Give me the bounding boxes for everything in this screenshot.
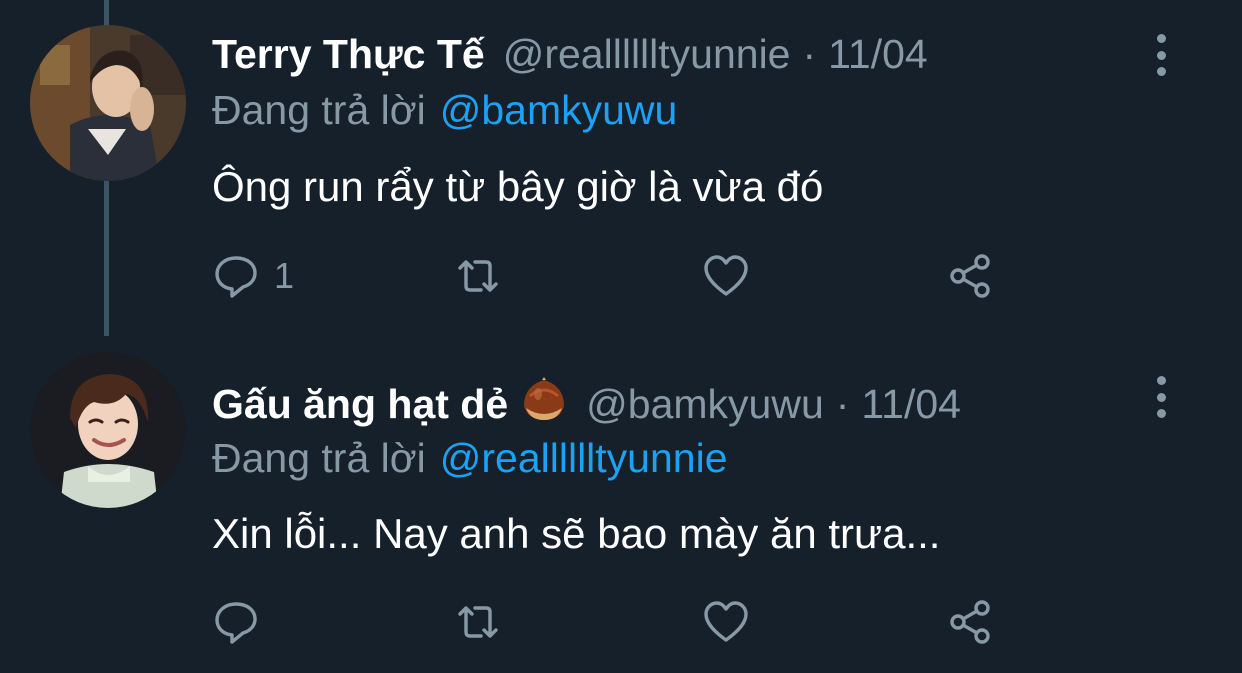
action-bar bbox=[212, 594, 1012, 650]
share-button[interactable] bbox=[946, 594, 994, 650]
tweet-date[interactable]: 11/04 bbox=[861, 378, 961, 430]
separator-dot: · bbox=[835, 381, 850, 427]
retweet-button[interactable] bbox=[454, 248, 502, 304]
action-bar: 1 bbox=[212, 248, 1012, 304]
tweet-text: Xin lỗi... Nay anh sẽ bao mày ăn trưa... bbox=[212, 510, 941, 557]
reply-button[interactable]: 1 bbox=[212, 248, 294, 304]
like-button[interactable] bbox=[702, 248, 750, 304]
reply-icon bbox=[215, 256, 257, 298]
replying-to: Đang trả lời @realllllltyunnie bbox=[212, 432, 728, 484]
separator-dot: · bbox=[802, 31, 817, 77]
retweet-icon bbox=[458, 606, 498, 638]
replying-to-handle[interactable]: @realllllltyunnie bbox=[440, 435, 728, 481]
reply-button[interactable] bbox=[212, 594, 274, 650]
replying-to: Đang trả lời @bamkyuwu bbox=[212, 84, 677, 136]
replying-to-handle[interactable]: @bamkyuwu bbox=[440, 87, 678, 133]
reply-count: 1 bbox=[274, 255, 295, 296]
tweet[interactable]: Terry Thực Tế @realllllltyunnie · 11/04 … bbox=[0, 0, 1242, 336]
avatar-image bbox=[30, 25, 186, 181]
display-name[interactable]: Gấu ăng hạt dẻ bbox=[212, 378, 508, 430]
more-icon[interactable] bbox=[1146, 30, 1176, 80]
tweet-date[interactable]: 11/04 bbox=[828, 28, 928, 80]
retweet-button[interactable] bbox=[454, 594, 502, 650]
avatar-image bbox=[30, 352, 186, 508]
avatar[interactable] bbox=[30, 352, 186, 508]
retweet-icon bbox=[458, 260, 498, 292]
share-button[interactable] bbox=[946, 248, 994, 304]
like-icon bbox=[704, 601, 748, 642]
more-icon[interactable] bbox=[1146, 372, 1176, 422]
share-icon bbox=[950, 600, 990, 644]
replying-to-label: Đang trả lời bbox=[212, 435, 426, 481]
tweet-text: Ông run rẩy từ bây giờ là vừa đó bbox=[212, 163, 824, 210]
tweet[interactable]: Gấu ăng hạt dẻ @bamkyuwu · 11/04 Đang tr… bbox=[0, 336, 1242, 673]
like-icon bbox=[704, 255, 748, 296]
tweet-header: Terry Thực Tế @realllllltyunnie · 11/04 bbox=[212, 28, 928, 80]
share-icon bbox=[950, 254, 990, 298]
like-button[interactable] bbox=[702, 594, 750, 650]
avatar[interactable] bbox=[30, 25, 186, 181]
display-name[interactable]: Terry Thực Tế bbox=[212, 28, 485, 80]
user-handle[interactable]: @bamkyuwu bbox=[586, 378, 824, 430]
reply-icon bbox=[215, 602, 257, 644]
tweet-header: Gấu ăng hạt dẻ @bamkyuwu · 11/04 bbox=[212, 370, 961, 430]
user-handle[interactable]: @realllllltyunnie bbox=[503, 28, 791, 80]
replying-to-label: Đang trả lời bbox=[212, 87, 426, 133]
chestnut-emoji bbox=[520, 376, 568, 424]
